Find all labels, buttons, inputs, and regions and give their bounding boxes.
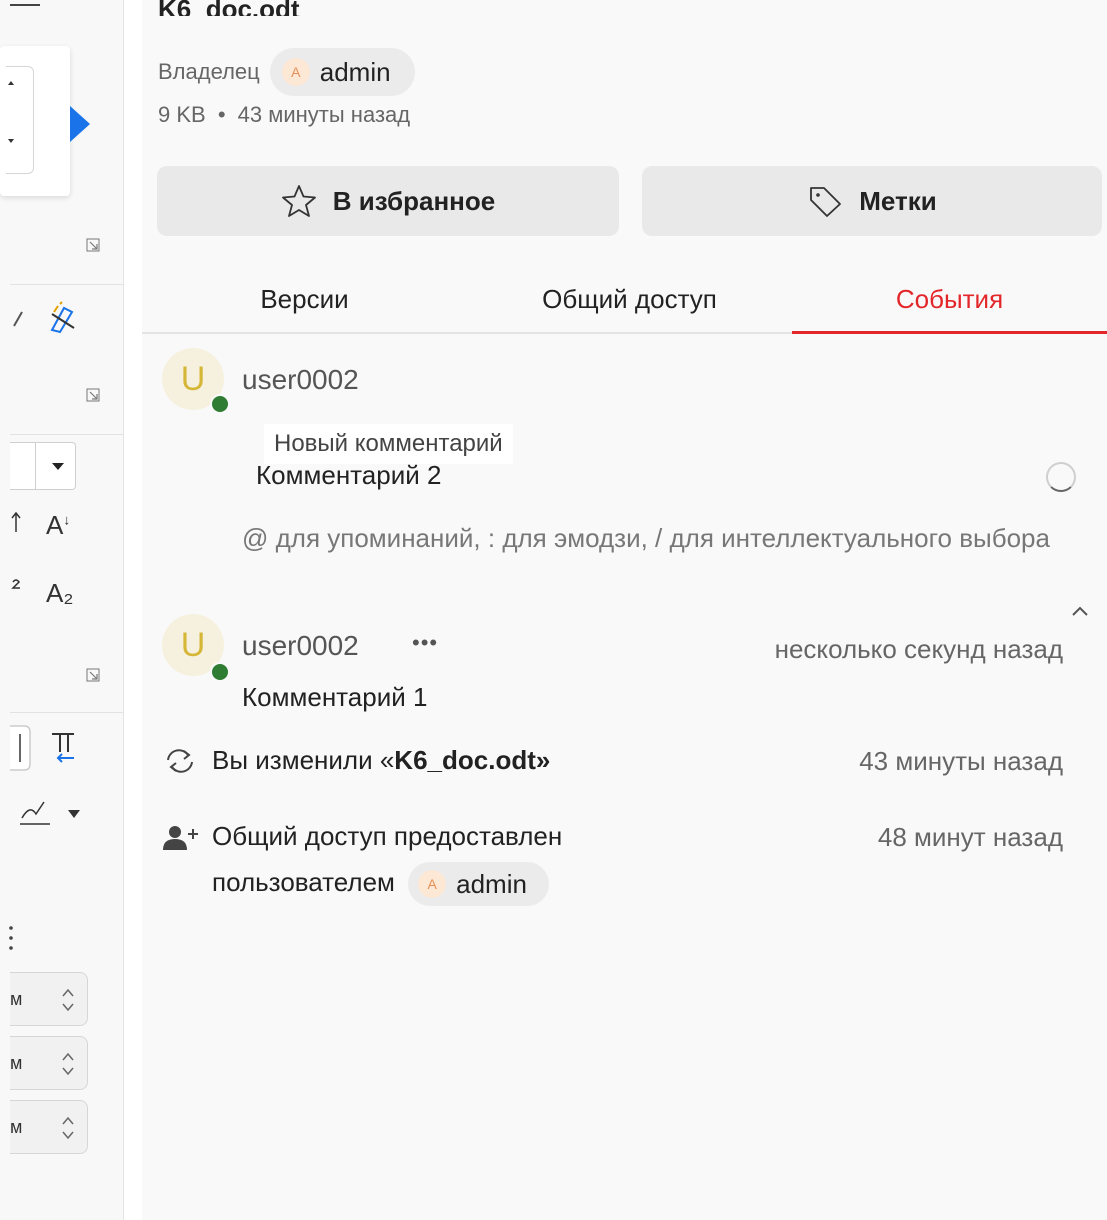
dialog-launcher-icon[interactable] xyxy=(86,388,102,402)
unit-label: м xyxy=(10,1117,23,1137)
unit-label: м xyxy=(10,989,23,1009)
sidebar-tabs: Версии Общий доступ События xyxy=(142,264,1107,334)
text-direction-icon[interactable] xyxy=(48,728,80,764)
activity-item-share: Общий доступ предоставлен пользователем … xyxy=(212,814,563,907)
signature-icon[interactable] xyxy=(16,796,86,830)
tab-events[interactable]: События xyxy=(792,264,1107,334)
comment-time: несколько секунд назад xyxy=(774,634,1063,664)
spacing-spinbox[interactable]: м xyxy=(10,1100,88,1154)
activity-file[interactable]: K6_doc.odt xyxy=(394,745,536,775)
tag-icon xyxy=(810,187,842,217)
shared-by-chip[interactable]: A admin xyxy=(408,862,549,907)
arrow-up-icon[interactable] xyxy=(10,510,24,540)
active-tab-indicator xyxy=(792,331,1107,334)
tags-button[interactable]: Метки xyxy=(642,166,1102,236)
left-toolbar: A↓ A₂ м м м xyxy=(0,0,124,1220)
star-icon xyxy=(281,185,316,217)
activity-time: 48 минут назад xyxy=(877,822,1063,852)
comment-hint: @ для упоминаний, : для эмодзи, / для ин… xyxy=(242,523,1050,553)
loading-spinner-icon xyxy=(1046,462,1076,492)
tab-sharing[interactable]: Общий доступ xyxy=(467,264,792,334)
style-gallery-panel[interactable] xyxy=(0,46,70,196)
spin-arrows-icon[interactable] xyxy=(60,1049,76,1079)
owner-name: admin xyxy=(319,56,391,87)
comment-input[interactable]: Комментарий 2 xyxy=(256,460,441,491)
file-size: 9 KB xyxy=(158,102,206,127)
superscript-label: A xyxy=(46,510,64,540)
owner-row: Владелец A admin xyxy=(158,48,415,96)
style-gallery-scroll[interactable] xyxy=(6,66,34,174)
shared-by-name: admin xyxy=(456,869,527,900)
spacing-spinbox[interactable]: м xyxy=(10,972,88,1026)
toolbar-divider xyxy=(10,434,123,435)
power-icon[interactable] xyxy=(10,576,24,606)
more-vertical-icon[interactable] xyxy=(8,922,16,956)
menu-icon[interactable] xyxy=(10,0,42,16)
spin-arrows-icon[interactable] xyxy=(60,985,76,1015)
meta-separator: • xyxy=(217,102,226,127)
activity-suffix: » xyxy=(535,745,551,775)
owner-label: Владелец xyxy=(158,59,260,84)
format-brush-icon[interactable] xyxy=(10,306,26,330)
new-comment-label: Новый комментарий xyxy=(264,424,513,464)
file-modified: 43 минуты назад xyxy=(237,102,411,127)
activity-share-line2-row: пользователем A admin xyxy=(212,860,562,907)
activity-prefix: Вы изменили « xyxy=(212,745,395,775)
dialog-launcher-icon[interactable] xyxy=(86,668,102,682)
expand-arrow-icon[interactable] xyxy=(70,106,90,142)
activity-time: 43 минуты назад xyxy=(859,746,1063,776)
activity-share-line2: пользователем xyxy=(212,867,395,897)
add-user-icon xyxy=(163,826,198,850)
document-title: K6_doc.odt xyxy=(158,0,300,16)
favorites-label: В избранное xyxy=(332,185,496,216)
chevron-up-icon[interactable] xyxy=(1070,604,1090,620)
activity-share-line1: Общий доступ предоставлен xyxy=(212,821,563,851)
chevron-down-icon[interactable] xyxy=(52,463,64,470)
comment-text: Комментарий 1 xyxy=(242,682,428,712)
spin-arrows-icon[interactable] xyxy=(60,1113,76,1143)
online-status-badge xyxy=(210,394,230,414)
owner-chip[interactable]: A admin xyxy=(269,48,415,96)
file-meta: 9 KB • 43 минуты назад xyxy=(158,102,410,128)
toolbar-divider xyxy=(10,712,123,713)
comment-author: user0002 xyxy=(242,630,359,661)
tags-label: Метки xyxy=(859,185,937,216)
superscript-button[interactable]: A↓ xyxy=(46,510,70,541)
sync-icon xyxy=(167,749,193,773)
avatar: A xyxy=(281,58,310,86)
dialog-launcher-icon[interactable] xyxy=(86,238,102,252)
activity-item-edit: Вы изменили «K6_doc.odt» xyxy=(212,738,550,782)
add-to-favorites-button[interactable]: В избранное xyxy=(157,166,619,236)
tab-versions[interactable]: Версии xyxy=(142,264,467,334)
spacing-spinbox[interactable]: м xyxy=(10,1036,88,1090)
font-size-select[interactable] xyxy=(10,442,76,490)
online-status-badge xyxy=(210,662,230,682)
file-details-sidebar: K6_doc.odt Владелец A admin 9 KB • 43 ми… xyxy=(142,0,1107,1220)
unit-label: м xyxy=(10,1053,23,1073)
toolbar-divider xyxy=(10,284,123,285)
subscript-label: A₂ xyxy=(46,578,74,608)
subscript-button[interactable]: A₂ xyxy=(46,578,73,609)
text-frame-icon[interactable] xyxy=(10,724,32,774)
clear-format-icon[interactable] xyxy=(46,300,82,336)
more-options-button[interactable]: ••• xyxy=(412,630,438,656)
avatar: A xyxy=(418,870,447,899)
composer-author: user0002 xyxy=(242,364,359,395)
